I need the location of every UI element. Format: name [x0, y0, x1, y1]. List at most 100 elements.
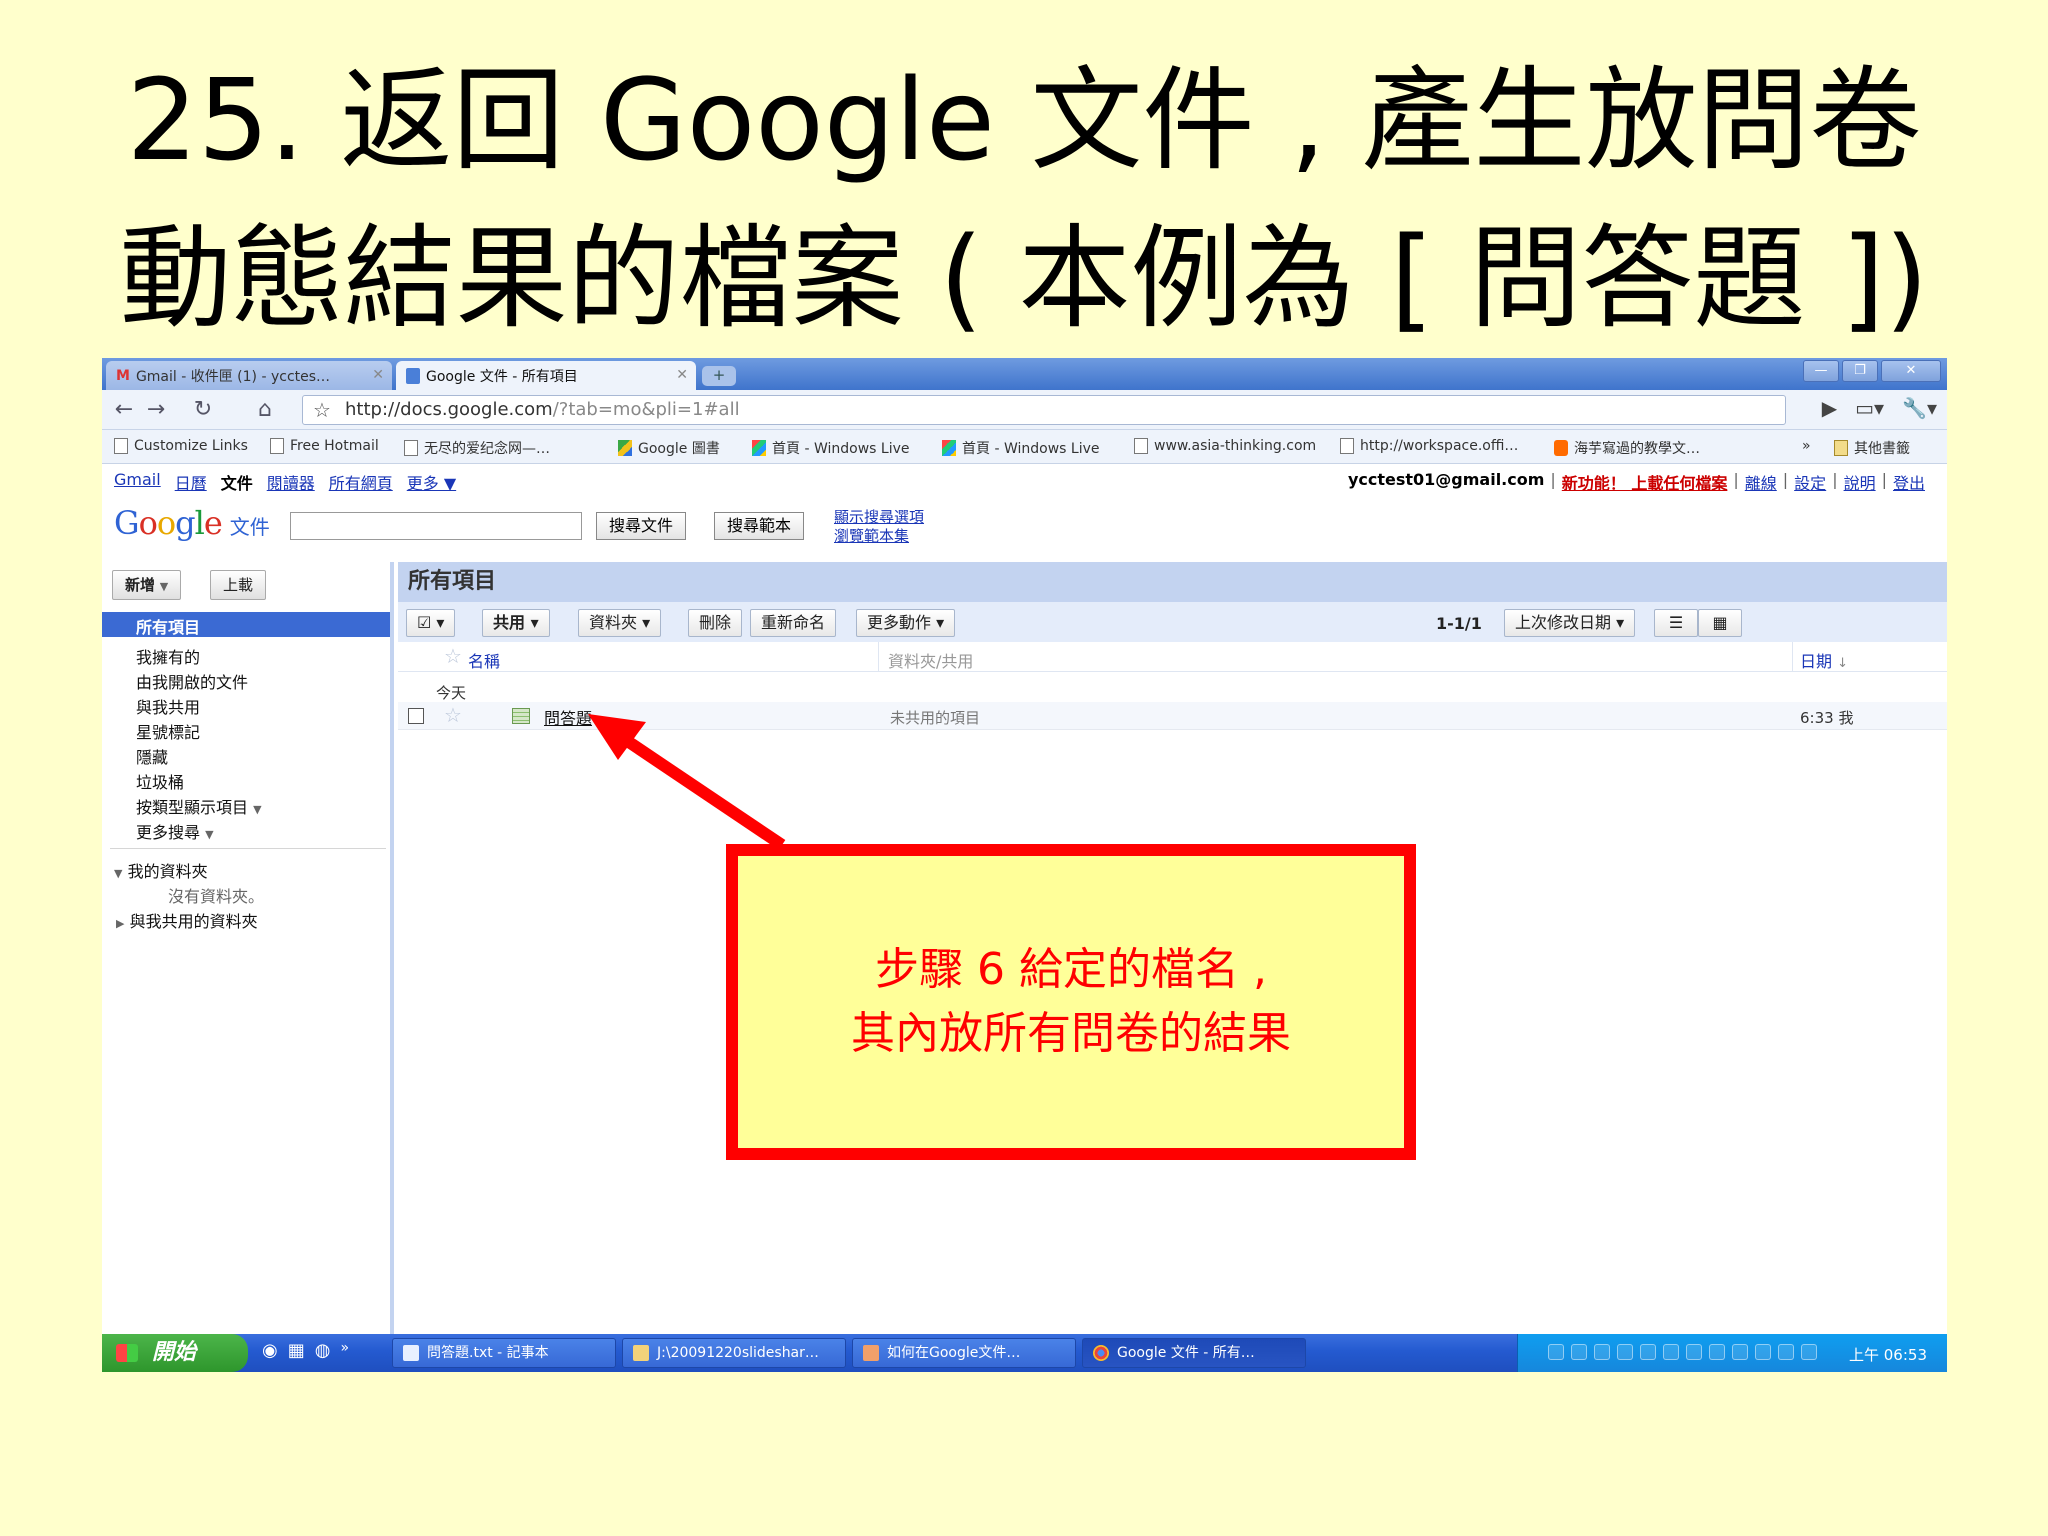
select-checkbox-menu[interactable]: ☑ ▾ [406, 609, 456, 637]
offline-link[interactable]: 離線 [1745, 470, 1777, 494]
tray-icon[interactable] [1617, 1344, 1633, 1360]
bookmark-item[interactable]: 无尽的爱纪念网—… [404, 438, 550, 458]
tray-icon[interactable] [1548, 1344, 1564, 1360]
gbar-link-more[interactable]: 更多 ▼ [407, 470, 456, 494]
address-bar[interactable]: ☆ http://docs.google.com/?tab=mo&pli=1#a… [302, 395, 1786, 425]
bookmark-item[interactable]: 首頁 - Windows Live [942, 438, 1099, 458]
table-row[interactable]: ☆ 問答題 未共用的項目 6:33 我 [398, 702, 1947, 730]
column-date[interactable]: 日期 ↓ [1800, 648, 1848, 672]
tray-icon[interactable] [1732, 1344, 1748, 1360]
gbar-link-calendar[interactable]: 日曆 [175, 470, 207, 494]
search-docs-button[interactable]: 搜尋文件 [596, 512, 687, 540]
wrench-menu-icon[interactable]: 🔧▾ [1902, 396, 1937, 420]
new-feature-link[interactable]: 新功能！ 上載任何檔案 [1562, 470, 1728, 494]
gbar-link-web[interactable]: 所有網頁 [329, 470, 393, 494]
browse-templates-link[interactable]: 瀏覽範本集 [834, 527, 924, 546]
taskbar-item-notepad[interactable]: 問答題.txt - 記事本 [392, 1338, 616, 1368]
sidebar-item-all-items[interactable]: 所有項目 [102, 612, 390, 637]
sidebar-item-more-search[interactable]: 更多搜尋 ▼ [136, 819, 214, 843]
close-icon[interactable]: ✕ [676, 367, 688, 383]
gbar-link-gmail[interactable]: Gmail [114, 470, 161, 494]
bookmarks-overflow[interactable]: » [1802, 438, 1811, 454]
chevron-overflow-icon[interactable]: » [340, 1340, 349, 1361]
list-view-icon[interactable]: ☰ [1654, 609, 1698, 637]
row-checkbox[interactable] [408, 708, 424, 724]
bookmark-item[interactable]: Free Hotmail [270, 438, 379, 454]
google-bar: Gmail 日曆 文件 閱讀器 所有網頁 更多 ▼ ycctest01@gmai… [102, 464, 1947, 494]
taskbar-item-slides[interactable]: 如何在Google文件… [852, 1338, 1076, 1368]
tray-icon[interactable] [1778, 1344, 1794, 1360]
sidebar-item-starred[interactable]: 星號標記 [136, 719, 200, 743]
upload-button[interactable]: 上載 [210, 570, 267, 600]
show-search-options-link[interactable]: 顯示搜尋選項 [834, 508, 924, 527]
close-icon[interactable]: ✕ [372, 367, 384, 383]
clock: 上午 06:53 [1849, 1346, 1927, 1364]
new-button-label: 新增 [125, 576, 156, 594]
forward-arrow-icon[interactable]: → [142, 396, 170, 424]
bookmark-item[interactable]: 首頁 - Windows Live [752, 438, 909, 458]
bookmark-item[interactable]: http://workspace.offi… [1340, 438, 1518, 454]
signout-link[interactable]: 登出 [1893, 470, 1925, 494]
tray-icon[interactable] [1663, 1344, 1679, 1360]
star-icon[interactable]: ☆ [444, 703, 462, 727]
tray-icon[interactable] [1755, 1344, 1771, 1360]
quicklaunch-icon[interactable]: ◉ [262, 1340, 278, 1361]
rename-button[interactable]: 重新命名 [750, 609, 837, 637]
new-button[interactable]: 新增 ▼ [112, 570, 182, 600]
taskbar-item-chrome[interactable]: Google 文件 - 所有… [1082, 1338, 1306, 1368]
tray-icon[interactable] [1709, 1344, 1725, 1360]
back-arrow-icon[interactable]: ← [110, 396, 138, 424]
sidebar-item-trash[interactable]: 垃圾桶 [136, 769, 184, 793]
help-link[interactable]: 說明 [1844, 470, 1876, 494]
quicklaunch-icon[interactable]: ◍ [315, 1340, 331, 1361]
share-button[interactable]: 共用 ▾ [482, 609, 550, 637]
bookmark-item[interactable]: Google 圖書 [618, 438, 720, 458]
home-icon[interactable]: ⌂ [250, 396, 280, 424]
taskbar-item-explorer[interactable]: J:\20091220slideshar… [622, 1338, 846, 1368]
column-folders[interactable]: 資料夾/共用 [888, 648, 973, 672]
start-button[interactable]: 開始 [102, 1334, 248, 1372]
sidebar-item-hidden[interactable]: 隱藏 [136, 744, 168, 768]
grid-view-icon[interactable]: ▦ [1698, 609, 1742, 637]
tab-gmail[interactable]: M Gmail - 收件匣 (1) - ycctes… ✕ [106, 361, 392, 390]
tray-icon[interactable] [1594, 1344, 1610, 1360]
other-bookmarks[interactable]: 其他書籤 [1834, 438, 1910, 458]
sort-dropdown[interactable]: 上次修改日期 ▾ [1504, 609, 1636, 637]
restore-button[interactable]: ❐ [1842, 360, 1878, 382]
page-menu-icon[interactable]: ▭▾ [1855, 396, 1884, 420]
column-divider [878, 642, 879, 672]
quicklaunch-icon[interactable]: ▦ [288, 1340, 305, 1361]
more-actions-button[interactable]: 更多動作 ▾ [856, 609, 956, 637]
gbar-link-reader[interactable]: 閱讀器 [267, 470, 315, 494]
tray-icon[interactable] [1801, 1344, 1817, 1360]
column-name[interactable]: 名稱 [468, 648, 500, 672]
my-folders-toggle[interactable]: ▼ 我的資料夾 [114, 858, 208, 882]
sidebar-item-opened[interactable]: 由我開啟的文件 [136, 669, 248, 693]
search-input[interactable] [290, 512, 582, 540]
go-arrow-icon[interactable]: ▶ [1822, 396, 1837, 420]
minimize-button[interactable]: — [1803, 360, 1839, 382]
slide-title: 25. 返回 Google 文件 , 產生放問卷 動態結果的檔案 ( 本例為 [… [0, 42, 2048, 358]
close-window-button[interactable]: ✕ [1881, 360, 1941, 382]
sidebar-item-by-type[interactable]: 按類型顯示項目 ▼ [136, 794, 262, 818]
tab-docs[interactable]: Google 文件 - 所有項目 ✕ [396, 361, 696, 390]
sidebar-item-shared[interactable]: 與我共用 [136, 694, 200, 718]
search-templates-button[interactable]: 搜尋範本 [714, 512, 805, 540]
bookmark-item[interactable]: 海芋寫過的教學文… [1554, 438, 1700, 458]
settings-link[interactable]: 設定 [1794, 470, 1826, 494]
reload-icon[interactable]: ↻ [188, 396, 218, 424]
column-divider [1792, 642, 1793, 672]
delete-button[interactable]: 刪除 [688, 609, 743, 637]
bookmark-item[interactable]: www.asia-thinking.com [1134, 438, 1316, 454]
new-tab-button[interactable]: + [702, 366, 736, 386]
bookmark-item[interactable]: Customize Links [114, 438, 248, 454]
tray-icon[interactable] [1571, 1344, 1587, 1360]
bookmark-star-icon[interactable]: ☆ [313, 396, 331, 424]
folders-button[interactable]: 資料夾 ▾ [578, 609, 662, 637]
tray-icon[interactable] [1686, 1344, 1702, 1360]
tray-icon[interactable] [1640, 1344, 1656, 1360]
row-name[interactable]: 問答題 [544, 705, 592, 729]
google-docs-logo[interactable]: Google 文件 [114, 504, 270, 542]
sidebar-item-owned[interactable]: 我擁有的 [136, 644, 200, 668]
shared-folders-toggle[interactable]: ▶ 與我共用的資料夾 [116, 908, 258, 932]
